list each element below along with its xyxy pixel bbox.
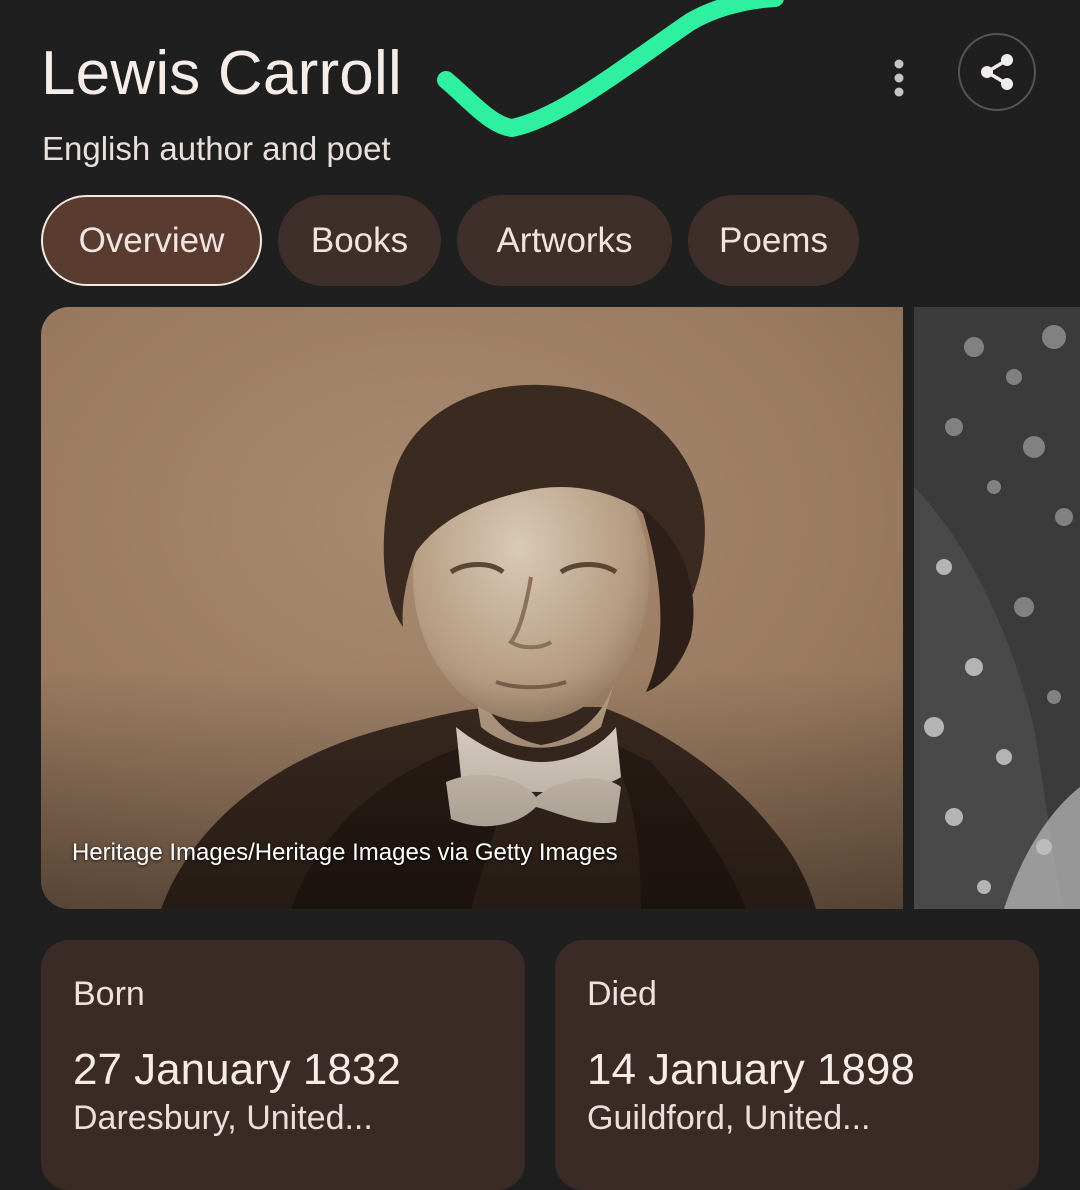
share-icon xyxy=(981,54,1013,90)
tab-poems[interactable]: Poems xyxy=(688,195,859,286)
share-button[interactable] xyxy=(958,33,1036,111)
died-card[interactable]: Died 14 January 1898 Guildford, United..… xyxy=(555,940,1039,1190)
died-place: Guildford, United... xyxy=(587,1099,871,1137)
tab-overview[interactable]: Overview xyxy=(41,195,262,286)
born-date: 27 January 1832 xyxy=(73,1045,401,1094)
page-title: Lewis Carroll xyxy=(41,39,402,108)
born-card[interactable]: Born 27 January 1832 Daresbury, United..… xyxy=(41,940,525,1190)
portrait-image[interactable]: Heritage Images/Heritage Images via Gett… xyxy=(41,307,903,909)
tab-bar: Overview Books Artworks Poems xyxy=(41,195,859,286)
more-vertical-icon xyxy=(894,59,904,97)
secondary-image[interactable] xyxy=(914,307,1080,909)
tab-artworks[interactable]: Artworks xyxy=(457,195,672,286)
died-date: 14 January 1898 xyxy=(587,1045,915,1094)
born-label: Born xyxy=(73,975,145,1013)
image-credit: Heritage Images/Heritage Images via Gett… xyxy=(72,839,618,866)
secondary-image-illustration xyxy=(914,307,1080,909)
died-label: Died xyxy=(587,975,657,1013)
tab-books[interactable]: Books xyxy=(278,195,441,286)
page-subtitle: English author and poet xyxy=(42,130,391,167)
more-options-button[interactable] xyxy=(872,48,926,108)
portrait-illustration xyxy=(41,307,903,909)
born-place: Daresbury, United... xyxy=(73,1099,373,1137)
